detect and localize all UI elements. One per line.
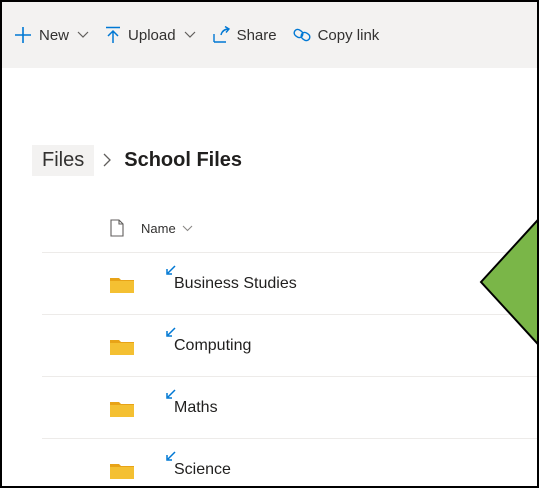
list-header: Name (42, 204, 537, 253)
copy-link-label: Copy link (317, 26, 380, 44)
plus-icon (14, 26, 32, 44)
folder-icon (110, 339, 134, 355)
upload-label: Upload (128, 26, 176, 44)
share-label: Share (236, 26, 277, 44)
chevron-down-icon (77, 31, 89, 39)
name-header-label: Name (141, 220, 176, 236)
list-item[interactable]: Science (42, 439, 537, 486)
breadcrumb: Files School Files (32, 142, 242, 178)
item-name[interactable]: Computing (174, 337, 251, 355)
pointer-arrow-shape (479, 219, 537, 345)
app-frame: New Upload Share Copy link Files School … (0, 0, 539, 488)
item-name[interactable]: Science (174, 461, 231, 479)
share-button[interactable]: Share (212, 26, 277, 44)
upload-button[interactable]: Upload (105, 26, 196, 44)
file-list: Name Business Studies Computing Maths Sc… (42, 204, 537, 486)
upload-icon (105, 26, 121, 44)
list-item[interactable]: Maths (42, 377, 537, 439)
name-column-header[interactable]: Name (141, 221, 193, 236)
list-item[interactable]: Business Studies (42, 253, 537, 315)
breadcrumb-files[interactable]: Files (32, 144, 95, 176)
chevron-right-icon (102, 152, 112, 168)
item-name[interactable]: Business Studies (174, 275, 297, 293)
list-item[interactable]: Computing (42, 315, 537, 377)
folder-icon (110, 401, 134, 417)
chevron-down-icon (182, 225, 193, 232)
new-button[interactable]: New (14, 26, 89, 44)
chevron-down-icon (184, 31, 196, 39)
share-icon (212, 26, 230, 44)
folder-icon (110, 277, 134, 293)
folder-icon (110, 463, 134, 479)
command-bar: New Upload Share Copy link (2, 2, 537, 68)
new-label: New (39, 26, 70, 44)
file-type-icon[interactable] (110, 219, 124, 237)
item-name[interactable]: Maths (174, 399, 218, 417)
copy-link-button[interactable]: Copy link (293, 26, 380, 44)
link-icon (293, 26, 311, 44)
breadcrumb-current: School Files (124, 148, 243, 171)
